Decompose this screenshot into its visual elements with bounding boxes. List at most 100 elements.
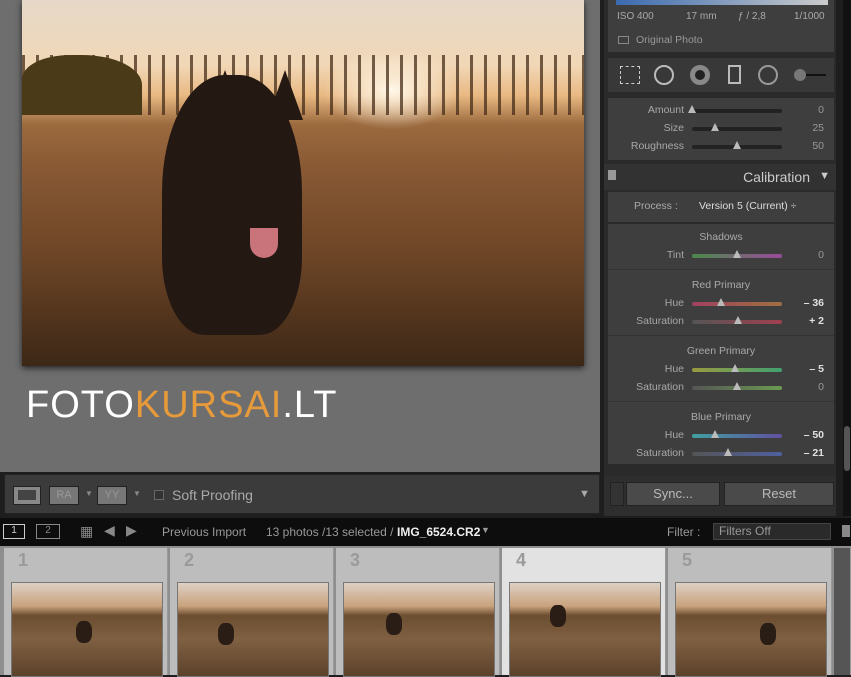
soft-proofing-checkbox[interactable] bbox=[154, 490, 164, 500]
slider-thumb[interactable] bbox=[688, 105, 696, 113]
calibration-section: Shadows Tint 0 Red Primary Hue – 36 Saturation… bbox=[608, 224, 834, 464]
panel-footer: Sync... Reset bbox=[604, 476, 836, 516]
thumbnail-index: 3 bbox=[350, 550, 361, 570]
slider-track[interactable] bbox=[692, 298, 782, 306]
slider-track[interactable] bbox=[692, 141, 782, 149]
slider-thumb[interactable] bbox=[733, 141, 741, 149]
filename-dropdown-icon[interactable]: ▼ bbox=[481, 525, 490, 535]
slider-track[interactable] bbox=[692, 123, 782, 131]
thumbnail-image[interactable] bbox=[177, 582, 329, 677]
source-label[interactable]: Previous Import bbox=[162, 525, 246, 539]
filmstrip-thumbnail[interactable]: 1 bbox=[4, 548, 168, 677]
before-after-button[interactable]: RA bbox=[49, 486, 79, 505]
thumbnail-image[interactable] bbox=[343, 582, 495, 677]
dropdown-arrow-icon[interactable]: ▼ bbox=[133, 489, 141, 498]
slider-label: Amount bbox=[647, 104, 684, 116]
slider-thumb[interactable] bbox=[716, 298, 725, 306]
thumbnail-index: 5 bbox=[682, 550, 693, 570]
thumbnail-image[interactable] bbox=[675, 582, 827, 677]
loupe-view-button[interactable] bbox=[13, 486, 41, 505]
group-title: Red Primary bbox=[691, 279, 751, 291]
reset-button[interactable]: Reset bbox=[724, 482, 834, 506]
original-photo-label: Original Photo bbox=[636, 34, 703, 46]
slider-thumb[interactable] bbox=[733, 250, 741, 258]
filename[interactable]: IMG_6524.CR2 bbox=[397, 525, 480, 539]
toolbar-menu-icon[interactable]: ▼ bbox=[579, 488, 590, 500]
filmstrip-thumbnail[interactable]: 4 bbox=[502, 548, 666, 677]
slider-thumb[interactable] bbox=[710, 430, 719, 438]
before-after-split-button[interactable]: YY bbox=[97, 486, 127, 505]
slider-value[interactable]: 0 bbox=[794, 249, 824, 261]
adjustment-brush-icon[interactable] bbox=[794, 69, 806, 81]
graduated-filter-icon[interactable] bbox=[728, 65, 741, 84]
forward-arrow-icon[interactable]: ▶ bbox=[126, 522, 137, 539]
slider-value[interactable]: 50 bbox=[794, 140, 824, 152]
scrollbar-thumb[interactable] bbox=[844, 426, 850, 471]
slider-track[interactable] bbox=[692, 448, 782, 456]
spot-removal-icon[interactable] bbox=[654, 65, 674, 85]
slider-value[interactable]: 25 bbox=[794, 122, 824, 134]
right-panel: ISO 400 17 mm ƒ / 2,8 1/1000 Original Ph… bbox=[604, 0, 836, 516]
slider-value[interactable]: – 36 bbox=[794, 297, 824, 309]
filmstrip-thumbnail[interactable]: 2 bbox=[170, 548, 334, 677]
effects-grain-section: Amount 0 Size 25 Roughness 50 bbox=[608, 98, 834, 160]
crop-overlay-icon[interactable] bbox=[620, 66, 640, 84]
process-select[interactable]: Version 5 (Current) ÷ bbox=[699, 200, 796, 212]
sync-toggle-switch[interactable] bbox=[610, 482, 624, 506]
divider bbox=[608, 335, 834, 336]
slider-value[interactable]: 0 bbox=[794, 381, 824, 393]
slider-value[interactable]: + 2 bbox=[794, 315, 824, 327]
slider-track[interactable] bbox=[692, 250, 782, 258]
iso: ISO 400 bbox=[617, 11, 654, 22]
slider-thumb[interactable] bbox=[730, 364, 739, 372]
collapse-triangle-icon[interactable]: ▼ bbox=[819, 170, 830, 182]
bush bbox=[22, 55, 142, 115]
dropdown-arrow-icon[interactable]: ▼ bbox=[85, 489, 93, 498]
original-photo-checkbox[interactable] bbox=[618, 36, 629, 44]
soft-proofing-label: Soft Proofing bbox=[172, 487, 253, 503]
secondary-display-button[interactable]: 2 bbox=[36, 524, 60, 539]
slider-value[interactable]: – 5 bbox=[794, 363, 824, 375]
radial-filter-icon[interactable] bbox=[758, 65, 778, 85]
tool-strip bbox=[608, 58, 834, 92]
red-eye-icon[interactable] bbox=[690, 65, 710, 85]
slider-track[interactable] bbox=[688, 105, 782, 113]
slider-track[interactable] bbox=[692, 382, 782, 390]
sync-button[interactable]: Sync... bbox=[626, 482, 720, 506]
filter-label: Filter : bbox=[667, 525, 701, 539]
process-label: Process : bbox=[634, 200, 678, 212]
slider-track[interactable] bbox=[692, 316, 782, 324]
panel-scrollbar[interactable] bbox=[843, 0, 851, 516]
slider-thumb[interactable] bbox=[723, 448, 732, 456]
primary-display-button[interactable]: 1 bbox=[3, 524, 25, 539]
filter-lock-toggle[interactable] bbox=[842, 525, 850, 537]
dog bbox=[218, 623, 234, 645]
thumbnail-image[interactable] bbox=[509, 582, 661, 677]
thumbnail-index: 4 bbox=[516, 550, 527, 570]
slider-label: Roughness bbox=[630, 140, 684, 152]
photo-count: 13 photos /13 selected / bbox=[266, 525, 394, 539]
toolbar: RA ▼ YY ▼ Soft Proofing ▼ bbox=[4, 474, 600, 514]
slider-value[interactable]: – 50 bbox=[794, 429, 824, 441]
calibration-header[interactable]: Calibration ▼ bbox=[604, 164, 836, 190]
slider-thumb[interactable] bbox=[733, 316, 742, 324]
panel-toggle-switch[interactable] bbox=[608, 170, 616, 180]
slider-value[interactable]: 0 bbox=[794, 104, 824, 116]
slider-track[interactable] bbox=[692, 430, 782, 438]
grid-view-icon[interactable]: ▦ bbox=[80, 523, 93, 540]
histogram bbox=[616, 0, 828, 5]
slider-thumb[interactable] bbox=[733, 382, 741, 390]
slider-thumb[interactable] bbox=[710, 123, 719, 131]
adjustment-brush-handle bbox=[806, 74, 826, 76]
thumbnail-image[interactable] bbox=[11, 582, 163, 677]
back-arrow-icon[interactable]: ◀ bbox=[104, 522, 115, 539]
histogram-section: ISO 400 17 mm ƒ / 2,8 1/1000 Original Ph… bbox=[608, 0, 834, 52]
filmstrip-edge bbox=[834, 548, 851, 675]
slider-value[interactable]: – 21 bbox=[794, 447, 824, 459]
filmstrip-thumbnail[interactable]: 3 bbox=[336, 548, 500, 677]
slider-label: Saturation bbox=[636, 381, 684, 393]
dog bbox=[760, 623, 776, 645]
filter-select[interactable]: Filters Off bbox=[713, 523, 831, 540]
slider-track[interactable] bbox=[692, 364, 782, 372]
filmstrip-thumbnail[interactable]: 5 bbox=[668, 548, 832, 677]
